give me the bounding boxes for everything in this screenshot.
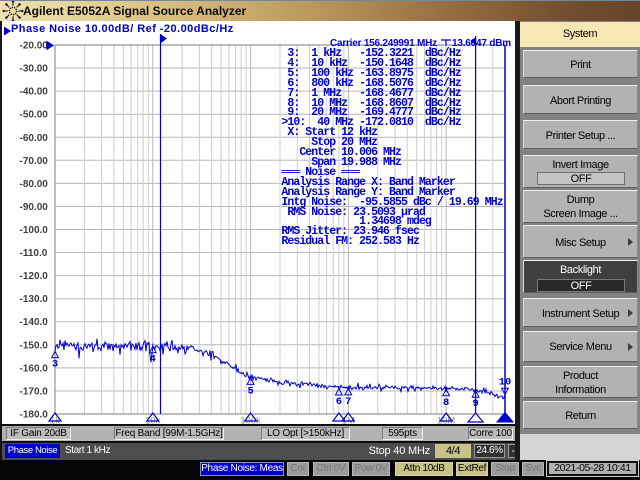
svg-text:-180.0: -180.0 xyxy=(20,410,49,421)
svg-text:8: 8 xyxy=(443,397,449,409)
svg-text:-60.00: -60.00 xyxy=(20,133,49,144)
svg-text:-80.00: -80.00 xyxy=(20,179,49,190)
svg-text:10M: 10M xyxy=(437,416,456,425)
svg-text:7: 7 xyxy=(345,396,351,408)
svg-text:-20.00: -20.00 xyxy=(20,41,49,52)
svg-text:-160.0: -160.0 xyxy=(20,363,49,374)
svg-text:-150.0: -150.0 xyxy=(20,340,49,351)
svg-text:10: 10 xyxy=(499,377,512,389)
svg-text:4: 4 xyxy=(150,354,156,366)
svg-text:3: 3 xyxy=(52,359,58,371)
svg-text:-130.0: -130.0 xyxy=(20,294,49,305)
svg-text:-170.0: -170.0 xyxy=(20,386,49,397)
svg-text:-110.0: -110.0 xyxy=(20,248,48,259)
svg-text:-140.0: -140.0 xyxy=(20,317,49,328)
svg-text:5: 5 xyxy=(247,385,253,397)
svg-text:-30.00: -30.00 xyxy=(20,64,49,75)
svg-text:-70.00: -70.00 xyxy=(20,156,49,167)
svg-text:-50.00: -50.00 xyxy=(20,110,49,121)
svg-text:9: 9 xyxy=(472,398,478,410)
svg-text:-100.0: -100.0 xyxy=(20,225,49,236)
svg-text:100k: 100k xyxy=(240,416,261,425)
svg-text:6: 6 xyxy=(336,396,342,408)
svg-text:-120.0: -120.0 xyxy=(20,271,49,282)
svg-text:-90.00: -90.00 xyxy=(20,202,49,213)
svg-text:-40.00: -40.00 xyxy=(20,87,49,98)
